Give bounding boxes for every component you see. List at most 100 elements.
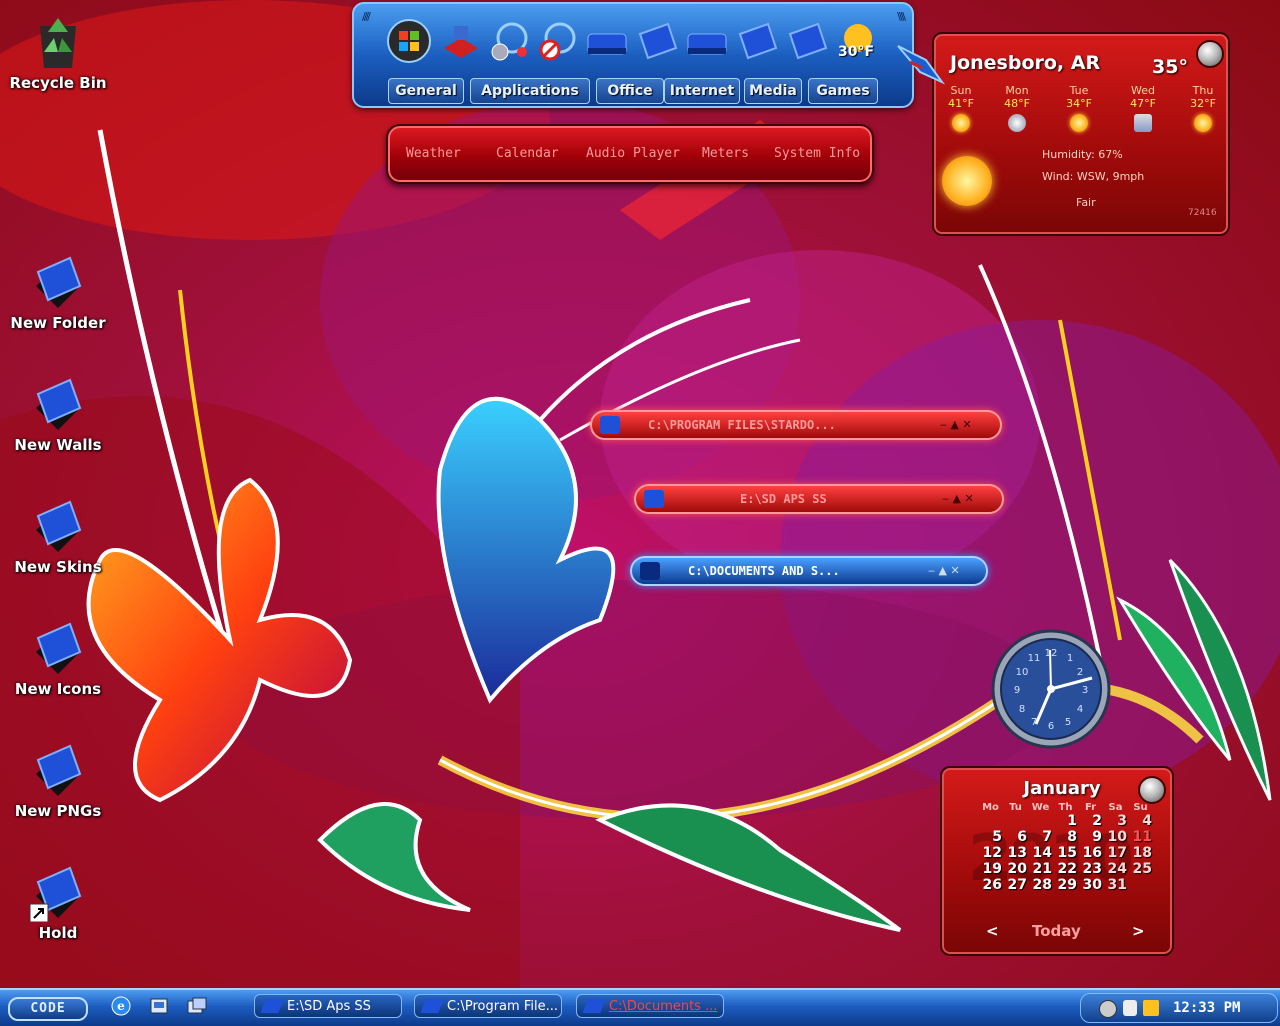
- taskbar-task[interactable]: C:\Program File...: [414, 994, 562, 1018]
- desktop-icon-hold[interactable]: Hold: [8, 862, 108, 942]
- folder-icon: [28, 374, 88, 434]
- folder-icon: [420, 999, 444, 1013]
- calendar-next-button[interactable]: >: [1132, 922, 1145, 940]
- calendar-day[interactable]: 31: [1103, 877, 1128, 893]
- calendar-day[interactable]: 21: [1028, 861, 1053, 877]
- calendar-day[interactable]: 17: [1103, 845, 1128, 861]
- calendar-day[interactable]: 6: [1003, 829, 1028, 845]
- calendar-close-button[interactable]: [1138, 776, 1166, 804]
- calendar-day[interactable]: 1: [1053, 813, 1078, 829]
- forecast-day: Thu 32°F: [1178, 84, 1228, 132]
- forecast-day-name: Thu: [1192, 84, 1214, 97]
- calendar-day[interactable]: 12: [978, 845, 1003, 861]
- calendar-day[interactable]: 23: [1078, 861, 1103, 877]
- menu-item-system-info[interactable]: System Info: [774, 146, 860, 161]
- calendar-day[interactable]: 10: [1103, 829, 1128, 845]
- desktop-icon-new-pngs[interactable]: New PNGs: [8, 740, 108, 820]
- calendar-day[interactable]: 4: [1128, 813, 1153, 829]
- drive-icon[interactable]: [684, 18, 730, 64]
- calendar-day[interactable]: 27: [1003, 877, 1028, 893]
- calendar-day[interactable]: 5: [978, 829, 1003, 845]
- dock-tab-general[interactable]: General: [388, 78, 464, 104]
- window-controls[interactable]: ‒ ▲ ✕: [942, 492, 974, 505]
- calendar-day[interactable]: 18: [1128, 845, 1153, 861]
- media-blocked-icon[interactable]: [534, 18, 580, 64]
- dock-grip-left[interactable]: ////: [362, 10, 371, 23]
- calendar-day[interactable]: 9: [1078, 829, 1103, 845]
- calendar-day[interactable]: 24: [1103, 861, 1128, 877]
- calendar-day[interactable]: 25: [1128, 861, 1153, 877]
- drive-icon[interactable]: [584, 18, 630, 64]
- dock-tab-games[interactable]: Games: [808, 78, 878, 104]
- windy-icon: [1134, 114, 1152, 132]
- weather-close-button[interactable]: [1196, 40, 1224, 68]
- calendar-day[interactable]: 29: [1053, 877, 1078, 893]
- volume-icon[interactable]: [1099, 1000, 1117, 1018]
- explorer-bar[interactable]: E:\SD APS SS ‒ ▲ ✕: [634, 484, 1004, 514]
- window-controls[interactable]: ‒ ▲ ✕: [928, 564, 960, 577]
- calendar-day[interactable]: 26: [978, 877, 1003, 893]
- menu-item-audio-player[interactable]: Audio Player: [586, 146, 680, 161]
- calendar-day[interactable]: 8: [1053, 829, 1078, 845]
- calendar-day[interactable]: 3: [1103, 813, 1128, 829]
- explorer-bar[interactable]: C:\DOCUMENTS AND S... ‒ ▲ ✕: [630, 556, 988, 586]
- calendar-day[interactable]: 15: [1053, 845, 1078, 861]
- forecast-day-name: Tue: [1069, 84, 1089, 97]
- system-tray: 12:33 PM: [1080, 993, 1278, 1023]
- calendar-week-row: 5 6 7 8 9 10 11: [978, 829, 1153, 845]
- calendar-day[interactable]: 30: [1078, 877, 1103, 893]
- desktop-icon-new-icons[interactable]: New Icons: [8, 618, 108, 698]
- dock-grip-right[interactable]: \\\\: [897, 10, 906, 23]
- security-icon[interactable]: [1123, 1000, 1137, 1016]
- folder-icon: [640, 562, 660, 580]
- calendar-day[interactable]: 2: [1078, 813, 1103, 829]
- menu-item-weather[interactable]: Weather: [406, 146, 461, 161]
- taskbar-task-active[interactable]: C:\Documents ...: [576, 994, 724, 1018]
- desktop-icon-new-folder[interactable]: New Folder: [8, 252, 108, 332]
- window-controls[interactable]: ‒ ▲ ✕: [940, 418, 972, 431]
- calendar-day[interactable]: 22: [1053, 861, 1078, 877]
- media-settings-icon[interactable]: [486, 18, 532, 64]
- menu-item-meters[interactable]: Meters: [702, 146, 749, 161]
- folder-icon[interactable]: [634, 18, 680, 64]
- dock-tab-applications[interactable]: Applications: [470, 78, 590, 104]
- calendar-day[interactable]: 20: [1003, 861, 1028, 877]
- windows-orb-icon[interactable]: [386, 18, 432, 64]
- dock-tab-office[interactable]: Office: [596, 78, 664, 104]
- calendar-day[interactable]: 19: [978, 861, 1003, 877]
- calendar-day[interactable]: 14: [1028, 845, 1053, 861]
- calendar-widget: January 2010 Mo Tu We Th Fr Sa Su 123456…: [940, 766, 1174, 956]
- internet-explorer-icon[interactable]: e: [110, 995, 132, 1017]
- weather-sun-icon[interactable]: 30°F: [834, 18, 880, 64]
- show-desktop-icon[interactable]: [148, 995, 170, 1017]
- calendar-day[interactable]: 13: [1003, 845, 1028, 861]
- taskbar-clock[interactable]: 12:33 PM: [1173, 1000, 1240, 1016]
- forecast-day: Mon 48°F: [992, 84, 1042, 132]
- folder-icon[interactable]: [734, 18, 780, 64]
- calendar-day[interactable]: 11: [1128, 829, 1153, 845]
- dock-tab-internet[interactable]: Internet: [664, 78, 740, 104]
- start-button[interactable]: CODE: [8, 997, 88, 1021]
- menu-item-calendar[interactable]: Calendar: [496, 146, 559, 161]
- network-tray-icon[interactable]: [1143, 1000, 1159, 1016]
- folder-icon: [644, 490, 664, 508]
- taskbar-task[interactable]: E:\SD Aps SS: [254, 994, 402, 1018]
- desktop-icon-new-skins[interactable]: New Skins: [8, 496, 108, 576]
- desktop-icon-label: New PNGs: [14, 802, 102, 820]
- calendar-day[interactable]: 16: [1078, 845, 1103, 861]
- network-icon[interactable]: [438, 18, 484, 64]
- calendar-prev-button[interactable]: <: [986, 922, 999, 940]
- desktop-icon-new-walls[interactable]: New Walls: [8, 374, 108, 454]
- calendar-today-button[interactable]: Today: [1032, 922, 1081, 940]
- folder-icon: [28, 618, 88, 678]
- folder-icon[interactable]: [784, 18, 830, 64]
- window-switch-icon[interactable]: [186, 995, 208, 1017]
- desktop-icon-label: Hold: [38, 924, 78, 942]
- forecast-temp: 41°F: [948, 97, 974, 110]
- dock-tab-media[interactable]: Media: [744, 78, 802, 104]
- desktop-icon-recycle-bin[interactable]: Recycle Bin: [8, 12, 108, 92]
- desktop-icon-label: New Skins: [14, 558, 102, 576]
- explorer-bar[interactable]: C:\PROGRAM FILES\STARDO... ‒ ▲ ✕: [590, 410, 1002, 440]
- calendar-day[interactable]: 28: [1028, 877, 1053, 893]
- calendar-day[interactable]: 7: [1028, 829, 1053, 845]
